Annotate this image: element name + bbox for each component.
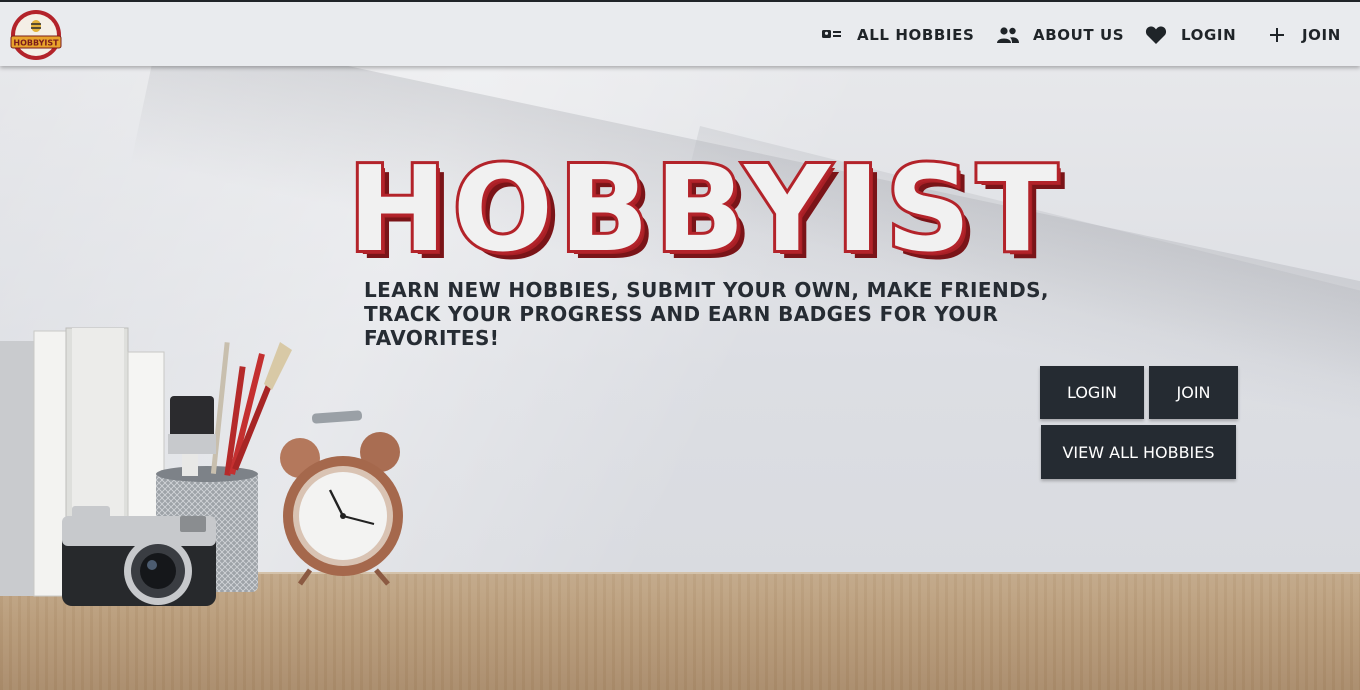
heart-icon	[1143, 22, 1169, 48]
hobbyist-logo[interactable]: HOBBYIST	[8, 8, 64, 62]
id-card-icon	[819, 22, 845, 48]
nav-about-us[interactable]: About Us	[995, 22, 1124, 48]
hero-join-button[interactable]: JOIN	[1149, 366, 1238, 419]
hero-title-text: HOBBYIST	[348, 146, 1063, 270]
nav-join-label: Join	[1302, 26, 1341, 44]
nav-about-us-label: About Us	[1033, 26, 1125, 44]
nav-all-hobbies-label: All Hobbies	[857, 26, 975, 44]
top-navbar: HOBBYIST All Hobbies About Us	[0, 0, 1360, 66]
hero-login-button[interactable]: LOGIN	[1040, 366, 1144, 419]
nav-login-label: Login	[1181, 26, 1237, 44]
hero-tagline: Learn new hobbies, submit your own, make…	[364, 278, 1049, 350]
nav-join[interactable]: Join	[1264, 22, 1341, 48]
nav-login[interactable]: Login	[1143, 22, 1236, 48]
people-icon	[995, 22, 1021, 48]
nav-all-hobbies[interactable]: All Hobbies	[819, 22, 974, 48]
plus-icon	[1264, 22, 1290, 48]
svg-text:HOBBYIST: HOBBYIST	[13, 39, 59, 48]
view-all-hobbies-button[interactable]: VIEW ALL HOBBIES	[1041, 425, 1236, 479]
hero-title: HOBBYIST HOBBYIST HOBBYIST	[348, 146, 1218, 270]
